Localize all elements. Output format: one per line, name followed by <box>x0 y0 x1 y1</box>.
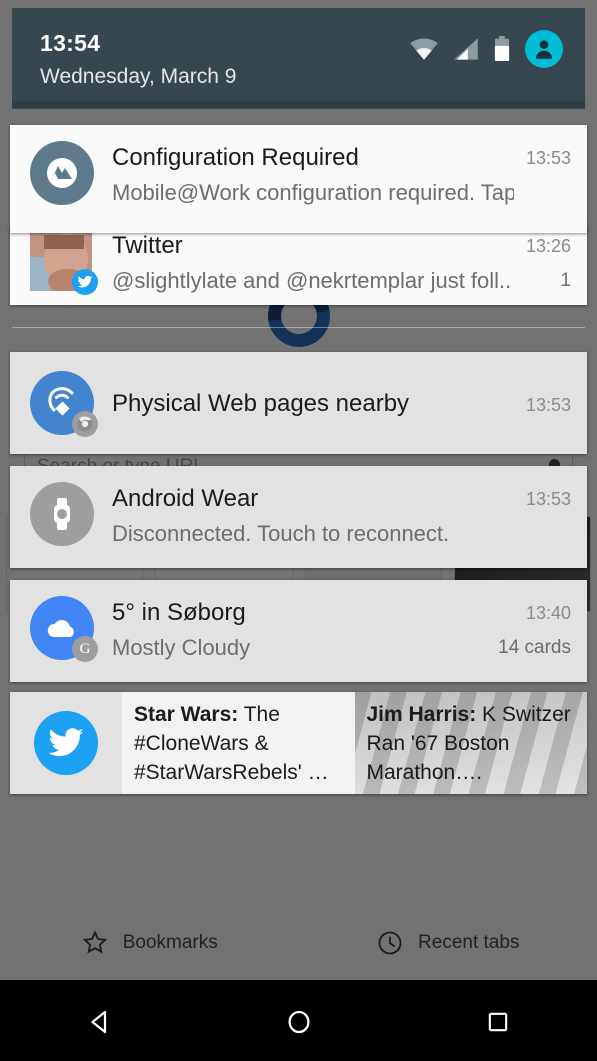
status-clock: 13:54 <box>40 30 101 56</box>
android-notification-shade: Search or type URL JS Bin - Collaborativ… <box>0 0 597 1061</box>
user-avatar-icon[interactable] <box>525 30 563 68</box>
back-icon <box>90 1010 106 1033</box>
android-navigation-bar <box>0 982 597 1061</box>
shade-header: 13:54 Wednesday, March 9 <box>12 8 585 109</box>
notification-time: 13:53 <box>525 148 571 168</box>
notification-icon-wrap: G <box>30 596 98 662</box>
tweet-author: Star Wars: <box>134 703 239 726</box>
home-icon <box>288 1010 309 1033</box>
wifi-icon <box>410 38 438 60</box>
notification-text: Mobile@Work configuration required. Tap … <box>112 180 514 205</box>
twitter-badge-icon <box>72 269 98 295</box>
back-button[interactable] <box>0 1007 199 1037</box>
tweet-preview[interactable]: Jim Harris: K Switzer Ran '67 Boston Mar… <box>354 692 587 794</box>
tweet-author: Jim Harris: <box>366 703 477 726</box>
notification-icon-wrap <box>30 482 94 546</box>
notification-text: @slightlylate and @nekrtemplar just foll… <box>112 268 512 293</box>
notification-icon-wrap <box>30 229 98 295</box>
notification-title: Configuration Required <box>112 144 359 171</box>
twitter-icon <box>34 711 98 775</box>
notification-time: 13:40 <box>525 603 571 623</box>
status-date: Wednesday, March 9 <box>40 65 237 88</box>
recents-icon <box>488 1012 507 1031</box>
home-button[interactable] <box>199 1007 398 1037</box>
notification-subtext: 14 cards <box>498 637 571 658</box>
notification-twitter-tweets[interactable]: Star Wars: The #CloneWars & #StarWarsReb… <box>10 692 587 794</box>
notification-icon-wrap <box>30 141 94 205</box>
tweet-preview[interactable]: Star Wars: The #CloneWars & #StarWarsReb… <box>122 692 355 794</box>
notification-android-wear[interactable]: Android Wear Disconnected. Touch to reco… <box>10 466 587 568</box>
notification-twitter-follow[interactable]: Twitter @slightlylate and @nekrtemplar j… <box>10 225 587 305</box>
notification-count: 1 <box>560 270 571 291</box>
notification-text: Disconnected. Touch to reconnect. <box>112 521 450 546</box>
notification-time: 13:26 <box>525 236 571 256</box>
notification-title: Physical Web pages nearby <box>112 390 410 417</box>
notification-title: 5° in Søborg <box>112 599 246 626</box>
person-glyph-icon <box>535 40 553 59</box>
cell-signal-icon <box>454 38 478 60</box>
notification-title: Twitter <box>112 232 183 259</box>
notification-text: Mostly Cloudy <box>112 635 251 660</box>
shade-drag-handle[interactable] <box>12 101 585 108</box>
notification-title: Android Wear <box>112 485 259 512</box>
battery-icon <box>494 36 510 62</box>
notification-icon-wrap <box>30 371 98 437</box>
notification-physical-web[interactable]: Physical Web pages nearby 13:53 <box>10 352 587 454</box>
notification-time: 13:53 <box>525 489 571 509</box>
recents-button[interactable] <box>398 1008 597 1036</box>
watch-icon <box>30 482 94 546</box>
google-icon: G <box>72 636 98 662</box>
status-icons <box>409 30 563 68</box>
notification-divider <box>12 327 585 328</box>
chrome-icon <box>72 411 98 437</box>
notification-time: 13:53 <box>525 395 571 415</box>
notification-weather[interactable]: G 5° in Søborg Mostly Cloudy 13:40 14 ca… <box>10 580 587 682</box>
mobileiron-icon <box>30 141 94 205</box>
notification-configuration-required[interactable]: Configuration Required Mobile@Work confi… <box>10 125 587 233</box>
